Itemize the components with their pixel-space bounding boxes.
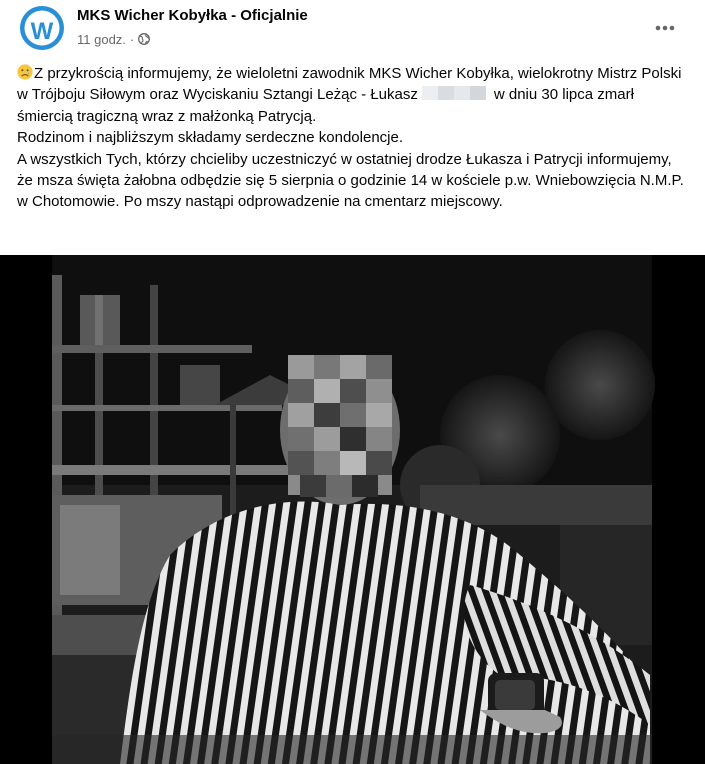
globe-icon[interactable] [138,33,151,45]
avatar-letter: W [31,18,54,45]
post-timestamp[interactable]: 11 godz. [77,32,126,47]
page-avatar[interactable]: MKS W [18,4,66,52]
post-header: MKS W MKS Wicher Kobyłka - Oficjalnie 11… [0,0,705,58]
post-paragraph-intro: Z przykrością informujemy, że wieloletni… [17,63,687,127]
post-text-line-3: Rodzinom i najbliższym składamy serdeczn… [17,129,404,147]
post-meta: 11 godz. · [77,31,151,47]
club-logo-icon: MKS W [18,4,66,52]
more-options-button[interactable] [647,10,683,46]
facebook-post: MKS W MKS Wicher Kobyłka - Oficjalnie 11… [0,0,705,764]
redacted-surname [421,86,486,101]
post-photo[interactable] [0,255,705,764]
more-options-icon [655,25,675,31]
page-name-link[interactable]: MKS Wicher Kobyłka - Oficjalnie [77,7,308,24]
meta-separator: · [129,31,135,47]
post-text: Z przykrością informujemy, że wieloletni… [17,63,687,213]
post-text-line-4: A wszystkich Tych, którzy chcieliby ucze… [17,150,684,211]
memorial-photo [0,255,705,764]
sad-face-emoji-icon [17,64,33,80]
